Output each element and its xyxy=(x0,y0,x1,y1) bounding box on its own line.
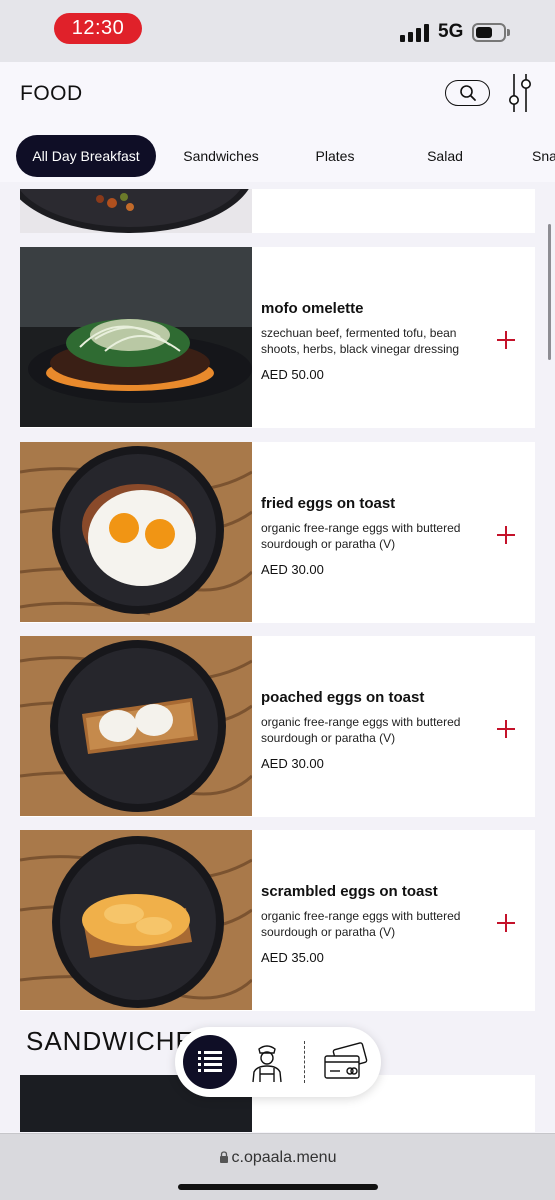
tab-all-day-breakfast[interactable]: All Day Breakfast xyxy=(16,135,156,177)
item-name: poached eggs on toast xyxy=(261,689,425,706)
app-header: FOOD xyxy=(0,62,555,132)
url-text: c.opaala.menu xyxy=(231,1149,337,1166)
item-description: organic free-range eggs with buttered so… xyxy=(261,909,461,939)
battery-icon xyxy=(472,23,510,42)
item-description: organic free-range eggs with buttered so… xyxy=(261,715,461,745)
address-bar[interactable]: c.opaala.menu xyxy=(0,1149,555,1167)
item-name: scrambled eggs on toast xyxy=(261,883,438,900)
item-price: AED 50.00 xyxy=(261,367,324,382)
menu-item-card[interactable]: poached eggs on toast organic free-range… xyxy=(20,636,535,817)
item-price: AED 30.00 xyxy=(261,562,324,577)
waiter-icon xyxy=(252,1045,282,1083)
list-icon xyxy=(198,1051,222,1072)
item-price: AED 35.00 xyxy=(261,950,324,965)
tab-plates[interactable]: Plates xyxy=(300,135,370,177)
tab-snacks[interactable]: Sna xyxy=(520,135,555,177)
item-name: fried eggs on toast xyxy=(261,495,396,512)
status-time: 12:30 xyxy=(54,13,142,44)
nav-divider xyxy=(304,1041,305,1083)
item-price: AED 30.00 xyxy=(261,756,324,771)
food-image xyxy=(20,189,252,233)
search-button[interactable] xyxy=(445,80,490,106)
food-image xyxy=(20,442,252,622)
add-to-cart-button[interactable] xyxy=(497,526,515,544)
page-title: FOOD xyxy=(20,82,83,105)
add-to-cart-button[interactable] xyxy=(497,914,515,932)
add-to-cart-button[interactable] xyxy=(497,331,515,349)
search-icon xyxy=(459,85,476,101)
lock-icon xyxy=(219,1151,228,1163)
sliders-icon xyxy=(509,74,531,112)
pay-button[interactable] xyxy=(321,1042,371,1084)
category-tabs: All Day Breakfast Sandwiches Plates Sala… xyxy=(0,132,555,182)
item-description: szechuan beef, fermented tofu, bean shoo… xyxy=(261,326,460,356)
call-waiter-button[interactable] xyxy=(245,1040,289,1084)
menu-list[interactable]: mofo omelette szechuan beef, fermented t… xyxy=(0,182,555,1132)
home-indicator xyxy=(178,1184,378,1190)
item-description: organic free-range eggs with buttered so… xyxy=(261,521,461,551)
menu-item-card[interactable]: fried eggs on toast organic free-range e… xyxy=(20,442,535,623)
filter-button[interactable] xyxy=(505,72,535,114)
menu-list-button[interactable] xyxy=(183,1035,237,1089)
menu-item-card[interactable]: mofo omelette szechuan beef, fermented t… xyxy=(20,247,535,428)
food-image xyxy=(20,830,252,1010)
status-bar: 12:30 5G xyxy=(0,0,555,62)
scrollbar[interactable] xyxy=(548,224,551,360)
browser-bar: c.opaala.menu xyxy=(0,1133,555,1200)
food-image xyxy=(20,636,252,816)
network-label: 5G xyxy=(438,21,464,42)
signal-icon xyxy=(400,24,430,42)
food-image xyxy=(20,247,252,427)
tab-sandwiches[interactable]: Sandwiches xyxy=(170,135,272,177)
item-name: mofo omelette xyxy=(261,300,364,317)
menu-item-card-partial[interactable] xyxy=(20,189,535,233)
credit-card-icon xyxy=(324,1042,368,1079)
bottom-nav xyxy=(175,1027,381,1097)
tab-salad[interactable]: Salad xyxy=(414,135,476,177)
add-to-cart-button[interactable] xyxy=(497,720,515,738)
menu-item-card[interactable]: scrambled eggs on toast organic free-ran… xyxy=(20,830,535,1011)
